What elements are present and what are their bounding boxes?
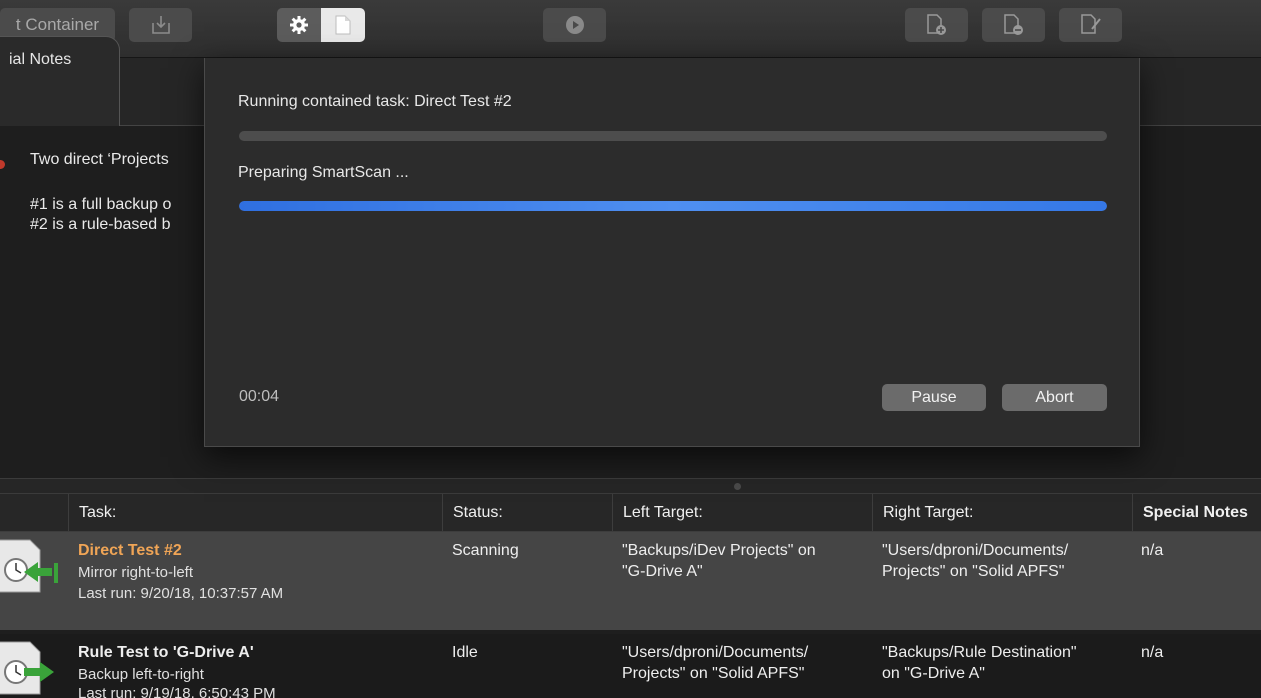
- abort-button[interactable]: Abort: [1002, 384, 1107, 411]
- step-progress-fill: [239, 201, 1107, 211]
- special-notes: n/a: [1141, 542, 1164, 559]
- column-header-status[interactable]: Status:: [442, 494, 612, 532]
- task-status: Idle: [452, 644, 478, 661]
- add-document-icon: [926, 14, 946, 35]
- settings-button[interactable]: [277, 8, 321, 42]
- tab-special-notes[interactable]: ial Notes: [0, 36, 120, 127]
- step-progress-bar: [239, 201, 1107, 211]
- task-last-run: Last run: 9/20/18, 10:37:57 AM: [78, 585, 284, 602]
- mirror-task-icon: [0, 539, 58, 593]
- left-target: "Users/dproni/Documents/: [622, 644, 809, 661]
- column-header-task[interactable]: Task:: [68, 494, 442, 532]
- add-task-button[interactable]: [905, 8, 968, 42]
- note-line: Two direct ‘Projects: [30, 151, 169, 168]
- document-icon: [335, 15, 351, 35]
- toolbar: t Container: [0, 0, 1261, 58]
- document-view-button[interactable]: [321, 8, 365, 42]
- elapsed-time: 00:04: [239, 388, 280, 405]
- running-task-label: Running contained task: Direct Test #2: [238, 93, 512, 110]
- run-button[interactable]: [543, 8, 606, 42]
- task-name: Direct Test #2: [78, 542, 182, 559]
- backup-task-icon: [0, 641, 54, 695]
- container-button-label: t Container: [15, 15, 100, 34]
- task-status: Scanning: [452, 542, 519, 559]
- remove-document-icon: [1003, 14, 1023, 35]
- task-last-run: Last run: 9/19/18, 6:50:43 PM: [78, 685, 276, 698]
- gear-icon: [290, 16, 308, 34]
- edit-document-icon: [1080, 14, 1101, 34]
- overall-progress-bar: [239, 131, 1107, 141]
- import-button[interactable]: [129, 8, 192, 42]
- pane-splitter[interactable]: [0, 478, 1261, 494]
- column-header-left-target[interactable]: Left Target:: [612, 494, 872, 532]
- task-mode: Backup left-to-right: [78, 666, 204, 683]
- play-icon: [565, 16, 584, 34]
- right-target: Projects" on "Solid APFS": [882, 563, 1065, 580]
- right-target: "Backups/Rule Destination": [882, 644, 1077, 661]
- table-row[interactable]: Rule Test to 'G-Drive A' Backup left-to-…: [0, 634, 1261, 698]
- table-row[interactable]: Direct Test #2 Mirror right-to-left Last…: [0, 532, 1261, 630]
- task-mode: Mirror right-to-left: [78, 564, 194, 581]
- edit-task-button[interactable]: [1059, 8, 1122, 42]
- status-label: Preparing SmartScan ...: [238, 164, 409, 181]
- left-target: "G-Drive A": [622, 563, 703, 580]
- note-line: #2 is a rule-based b: [30, 216, 171, 233]
- pause-button[interactable]: Pause: [882, 384, 986, 411]
- column-header-right-target[interactable]: Right Target:: [872, 494, 1132, 532]
- left-target: Projects" on "Solid APFS": [622, 665, 805, 682]
- remove-task-button[interactable]: [982, 8, 1045, 42]
- progress-dialog: Running contained task: Direct Test #2 P…: [204, 58, 1140, 447]
- right-target: "Users/dproni/Documents/: [882, 542, 1069, 559]
- right-target: on "G-Drive A": [882, 665, 985, 682]
- column-header-special-notes[interactable]: Special Notes: [1132, 494, 1261, 532]
- special-notes: n/a: [1141, 644, 1164, 661]
- table-header: Task: Status: Left Target: Right Target:…: [0, 494, 1261, 532]
- splitter-handle[interactable]: [734, 483, 741, 490]
- note-line: #1 is a full backup o: [30, 196, 172, 213]
- import-icon: [151, 16, 170, 34]
- left-target: "Backups/iDev Projects" on: [622, 542, 816, 559]
- task-name: Rule Test to 'G-Drive A': [78, 644, 254, 661]
- tab-special-notes-label: ial Notes: [9, 51, 72, 68]
